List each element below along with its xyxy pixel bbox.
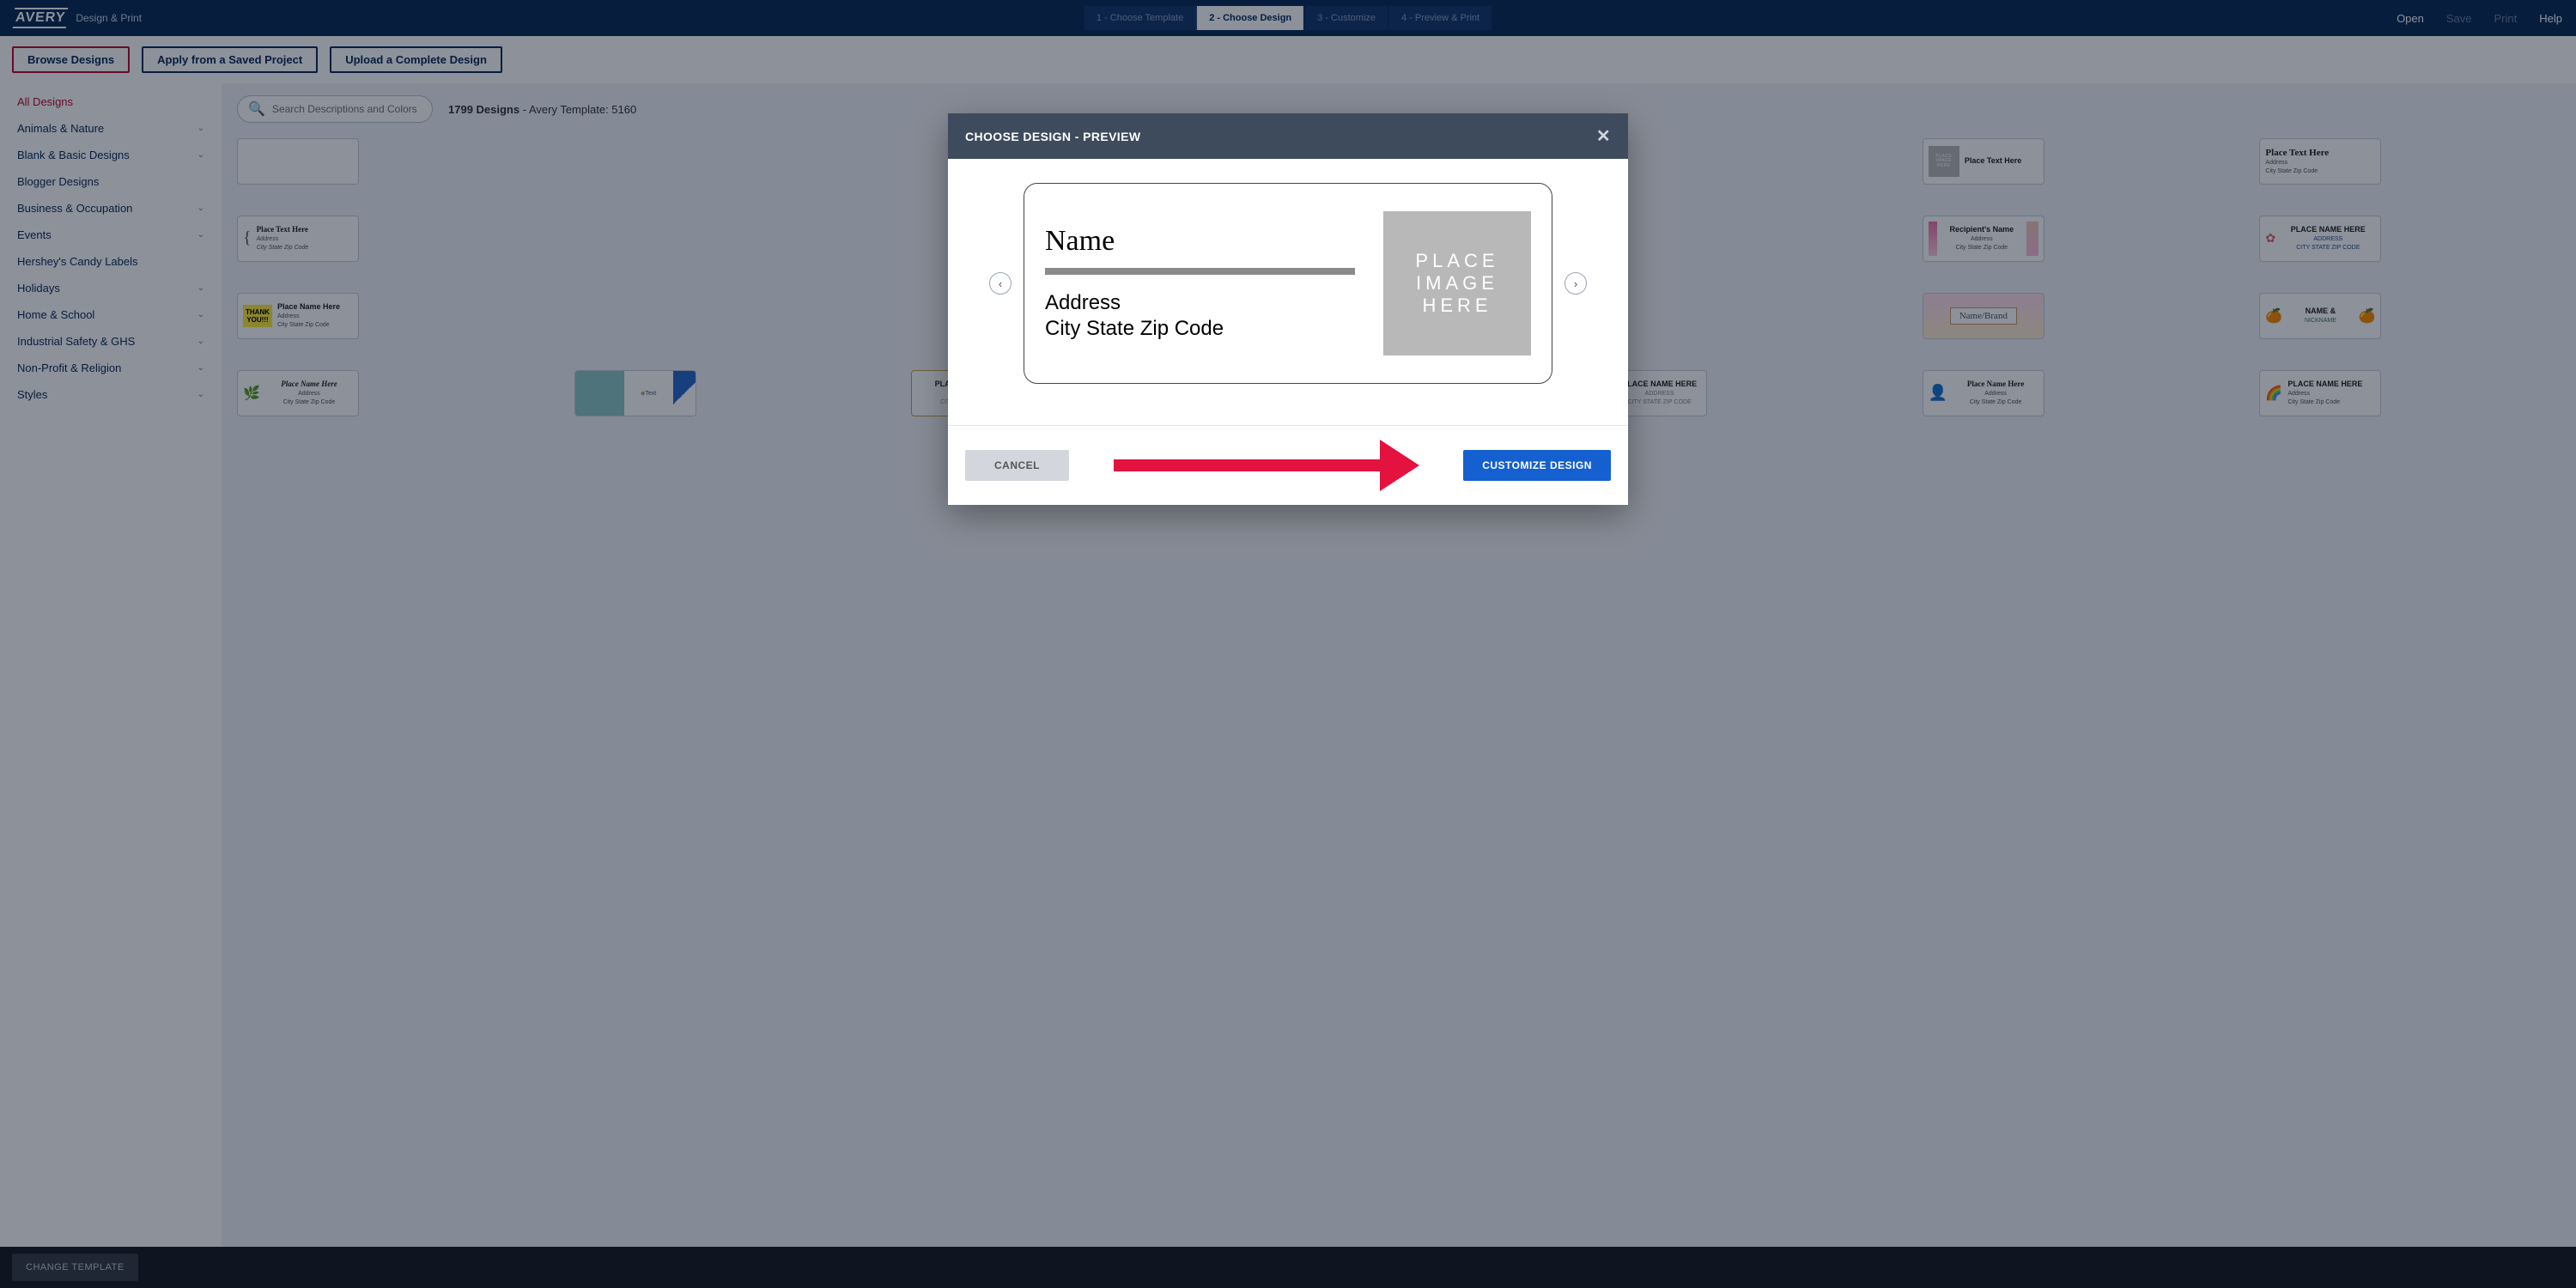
modal-footer: CANCEL CUSTOMIZE DESIGN (948, 425, 1628, 505)
placeholder-text: HERE (1422, 295, 1492, 317)
label-preview: Name Address City State Zip Code PLACE I… (1024, 183, 1552, 384)
modal-overlay: CHOOSE DESIGN - PREVIEW ✕ ‹ Name Address… (0, 0, 2576, 1288)
place-image-icon: PLACE IMAGE HERE (1383, 211, 1531, 355)
placeholder-text: IMAGE (1416, 272, 1498, 295)
modal-title: CHOOSE DESIGN - PREVIEW (965, 130, 1140, 143)
modal-body: ‹ Name Address City State Zip Code PLACE… (948, 159, 1628, 425)
preview-addr-line2: City State Zip Code (1045, 316, 1364, 342)
arrow-head-icon (1380, 440, 1419, 491)
prev-button[interactable]: ‹ (989, 272, 1012, 295)
placeholder-text: PLACE (1415, 250, 1498, 272)
preview-text: Name Address City State Zip Code (1045, 225, 1364, 342)
cancel-button[interactable]: CANCEL (965, 450, 1069, 481)
preview-divider (1045, 268, 1355, 275)
preview-modal: CHOOSE DESIGN - PREVIEW ✕ ‹ Name Address… (948, 113, 1628, 505)
modal-header: CHOOSE DESIGN - PREVIEW ✕ (948, 113, 1628, 159)
next-button[interactable]: › (1564, 272, 1587, 295)
annotation-arrow (1114, 440, 1419, 491)
customize-design-button[interactable]: CUSTOMIZE DESIGN (1463, 450, 1611, 481)
preview-addr-line1: Address (1045, 290, 1364, 316)
chevron-left-icon: ‹ (999, 277, 1002, 290)
close-icon[interactable]: ✕ (1596, 125, 1611, 147)
preview-name: Name (1045, 225, 1364, 258)
chevron-right-icon: › (1574, 277, 1577, 290)
arrow-shaft-icon (1114, 459, 1380, 471)
preview-address: Address City State Zip Code (1045, 290, 1364, 342)
